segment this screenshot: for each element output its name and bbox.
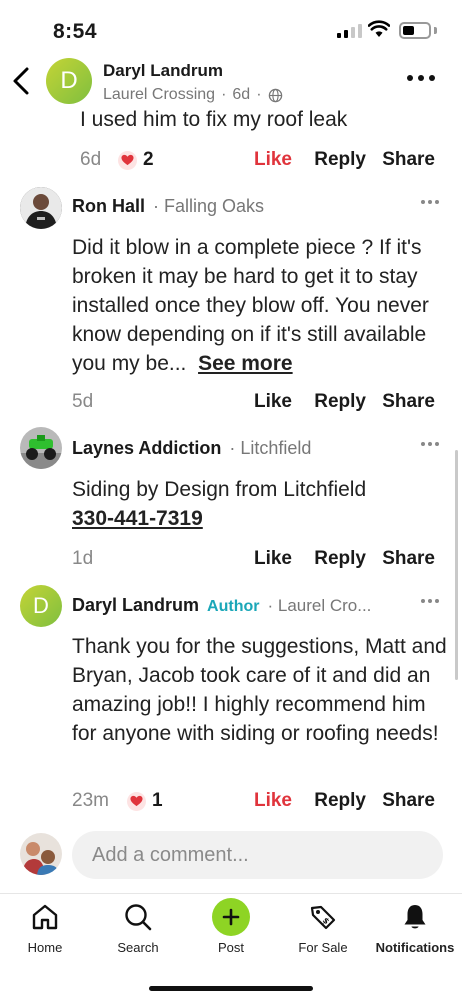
home-indicator[interactable]: [149, 986, 313, 991]
bell-icon: [404, 905, 426, 929]
commenter-name[interactable]: Ron Hall: [72, 196, 145, 217]
share-button[interactable]: Share: [382, 790, 435, 812]
author-neighborhood[interactable]: Laurel Crossing: [103, 86, 215, 104]
like-button[interactable]: Like: [254, 149, 292, 171]
commenter-neighborhood[interactable]: Falling Oaks: [164, 196, 264, 216]
commenter-neighborhood[interactable]: Laurel Cro...: [278, 596, 372, 615]
reply-button[interactable]: Reply: [314, 548, 366, 570]
comment-more-icon[interactable]: [420, 441, 440, 447]
commenter-avatar[interactable]: D: [20, 585, 62, 627]
like-button[interactable]: Like: [254, 391, 292, 413]
tab-search[interactable]: Search: [93, 902, 183, 964]
reply-button[interactable]: Reply: [314, 790, 366, 812]
comment-text: Siding by Design from Litchfield 330-441…: [72, 475, 452, 533]
author-avatar[interactable]: D: [46, 58, 92, 104]
comment-time: 5d: [72, 391, 94, 412]
comment-actions: 1d Like Reply Share: [0, 546, 462, 574]
parent-comment-actions: 6d 2 Like Reply Share: [0, 147, 462, 175]
reply-button[interactable]: Reply: [314, 391, 366, 413]
comment-time: 23m: [72, 790, 109, 811]
share-button[interactable]: Share: [382, 149, 435, 171]
commenter-header: Laynes Addiction · Litchfield: [72, 438, 312, 459]
reply-button[interactable]: Reply: [314, 149, 366, 171]
post-age: 6d: [232, 86, 251, 103]
commenter-neighborhood[interactable]: Litchfield: [240, 438, 311, 458]
back-arrow-icon[interactable]: [10, 66, 32, 96]
battery-icon: [399, 22, 431, 39]
wifi-icon: [368, 20, 390, 37]
commenter-name[interactable]: Daryl Landrum: [72, 595, 199, 616]
reaction-count: 2: [143, 149, 154, 170]
more-options-icon[interactable]: [406, 74, 436, 82]
like-button[interactable]: Like: [254, 548, 292, 570]
commenter-avatar[interactable]: [20, 427, 62, 469]
comment-item: Ron Hall · Falling Oaks Did it blow in a…: [0, 185, 462, 415]
comment-text: Thank you for the suggestions, Matt and …: [72, 635, 447, 745]
reaction-count: 1: [152, 790, 163, 811]
commenter-header: Daryl Landrum Author · Laurel Cro...: [72, 595, 372, 616]
commenter-header: Ron Hall · Falling Oaks: [72, 196, 265, 217]
reaction-summary[interactable]: 2: [118, 149, 154, 171]
my-avatar: [20, 833, 62, 875]
search-icon: [125, 904, 152, 931]
globe-icon: [268, 88, 282, 102]
comment-composer: [0, 828, 462, 886]
like-button[interactable]: Like: [254, 790, 292, 812]
comment-actions: 23m 1 Like Reply Share: [0, 788, 462, 816]
post-meta: Laurel Crossing · 6d ·: [103, 86, 283, 104]
share-button[interactable]: Share: [382, 391, 435, 413]
comment-time: 6d: [80, 149, 102, 170]
tag-icon: $: [310, 905, 336, 930]
share-button[interactable]: Share: [382, 548, 435, 570]
comment-time: 1d: [72, 548, 94, 569]
comment-actions: 5d Like Reply Share: [0, 389, 462, 417]
phone-link[interactable]: 330-441-7319: [72, 504, 452, 533]
status-time: 8:54: [53, 20, 98, 43]
tab-notifications[interactable]: Notifications: [370, 902, 460, 964]
heart-icon: [118, 150, 137, 170]
parent-comment-text: I used him to fix my roof leak: [80, 108, 348, 131]
author-badge: Author: [207, 598, 260, 615]
add-comment-input[interactable]: [72, 831, 443, 879]
reaction-summary[interactable]: 1: [127, 790, 163, 812]
commenter-name[interactable]: Laynes Addiction: [72, 438, 221, 459]
comment-text: Did it blow in a complete piece ? If it'…: [72, 236, 429, 375]
tab-post[interactable]: Post: [186, 898, 276, 964]
bottom-tab-bar: Home Search Post $ For Sale Notification…: [0, 893, 462, 1000]
scrollbar[interactable]: [455, 450, 458, 680]
home-icon: [32, 904, 58, 930]
comment-more-icon[interactable]: [420, 199, 440, 205]
tab-home[interactable]: Home: [0, 902, 90, 964]
comment-more-icon[interactable]: [420, 598, 440, 604]
signal-icon: [337, 24, 362, 38]
see-more-link[interactable]: See more: [198, 352, 293, 375]
plus-icon: [212, 898, 250, 936]
post-header: D Daryl Landrum Laurel Crossing · 6d ·: [0, 58, 462, 108]
status-bar: 8:54: [0, 0, 462, 58]
tab-for-sale[interactable]: $ For Sale: [278, 902, 368, 964]
commenter-avatar[interactable]: [20, 187, 62, 229]
heart-icon: [127, 791, 146, 811]
author-name[interactable]: Daryl Landrum: [103, 61, 223, 81]
comment-item: D Daryl Landrum Author · Laurel Cro... T…: [0, 584, 462, 784]
